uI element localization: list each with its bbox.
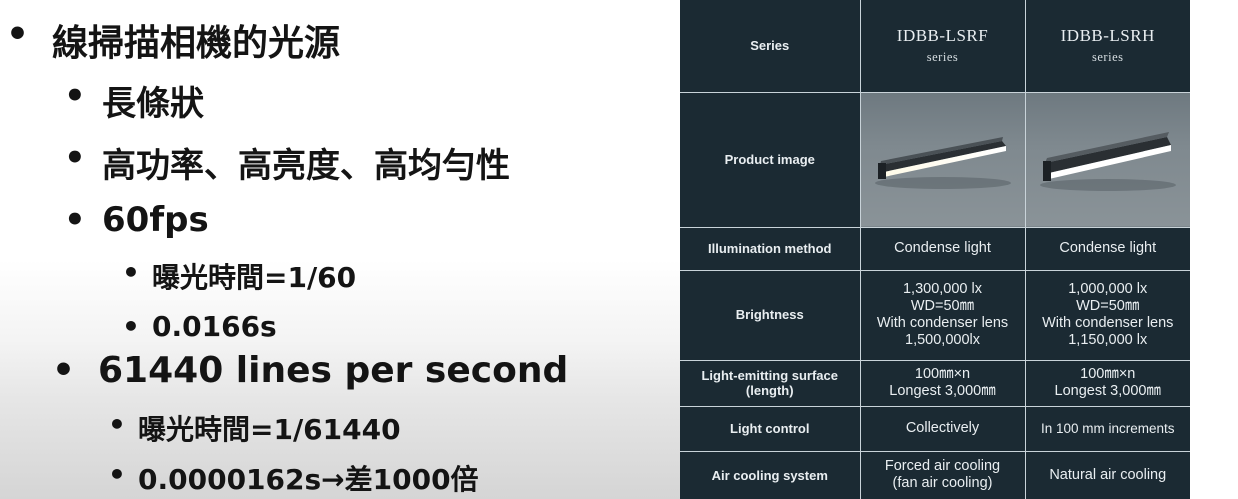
bullet-text: 60fps	[102, 200, 209, 240]
row-label-brightness: Brightness	[680, 269, 861, 361]
bullet-dot: •	[64, 138, 86, 178]
brightness-line: With condenser lens	[1042, 315, 1174, 331]
surface-col-1: 100㎜×n Longest 3,000㎜	[859, 359, 1026, 407]
brightness-line: 1,500,000lx	[905, 332, 980, 349]
bullet-bar-shape: • 長條狀	[64, 76, 204, 125]
row-label-series: Series	[680, 0, 861, 93]
table-row-surface: Light-emitting surface (length) 100㎜×n L…	[680, 359, 1190, 407]
bullet-text: 高功率、高亮度、高均勻性	[102, 146, 510, 186]
surface-line: Longest 3,000㎜	[889, 383, 996, 399]
row-label-illumination: Illumination method	[680, 226, 861, 271]
bullet-dot: •	[108, 458, 126, 491]
bullet-text: 線掃描相機的光源	[52, 23, 341, 64]
table-row-image: Product image	[680, 91, 1190, 228]
product-image-lsrf	[859, 91, 1026, 228]
cooling-col-1: Forced air cooling (fan air cooling)	[859, 450, 1026, 499]
illumination-col-2: Condense light	[1024, 226, 1190, 271]
bullet-lines-per-second: • 61440 lines per second	[52, 350, 569, 391]
table-row-illumination: Illumination method Condense light Conde…	[680, 226, 1190, 271]
bullet-text: 曝光時間=1/61440	[138, 413, 401, 446]
slide-bullets: • 線掃描相機的光源 • 長條狀 • 高功率、高亮度、高均勻性 • 60fps …	[0, 0, 670, 499]
brightness-line: WD=50㎜	[1076, 297, 1140, 314]
brightness-col-1: 1,300,000 lx WD=50㎜ With condenser lens …	[859, 269, 1026, 361]
bullet-dot: •	[52, 350, 76, 391]
table-row-control: Light control Collectively In 100 mm inc…	[680, 405, 1190, 452]
brightness-line: WD=50㎜	[910, 297, 975, 314]
brightness-line: 1,000,000 lx	[1068, 280, 1148, 297]
bullet-text: 長條狀	[102, 84, 204, 124]
bullet-60fps: • 60fps	[64, 200, 209, 240]
surface-label-line: Light-emitting surface	[701, 367, 838, 383]
bullet-dot: •	[122, 310, 140, 343]
light-bar-image	[1039, 131, 1176, 191]
brightness-line: 1,150,000 lx	[1068, 332, 1148, 349]
row-label-image: Product image	[680, 91, 861, 228]
series-col-1: IDBB-LSRF series	[859, 0, 1026, 93]
right-margin	[1190, 0, 1238, 499]
bullet-dot: •	[64, 200, 86, 240]
control-col-2: In 100 mm increments	[1024, 405, 1190, 452]
product-image-lsrh	[1024, 91, 1190, 228]
cooling-line: Forced air cooling	[884, 458, 1001, 475]
bullet-dot: •	[6, 14, 30, 55]
surface-col-2: 100㎜×n Longest 3,000㎜	[1024, 359, 1190, 407]
series-col-2: IDBB-LSRH series	[1024, 0, 1190, 93]
table-row-cooling: Air cooling system Forced air cooling (f…	[680, 450, 1190, 499]
brightness-line: With condenser lens	[876, 315, 1009, 331]
bullet-exposure-60: • 曝光時間=1/60	[122, 256, 357, 296]
light-bar-image	[874, 136, 1011, 189]
bullet-text: 曝光時間=1/60	[152, 261, 357, 294]
illumination-col-1: Condense light	[859, 226, 1026, 271]
row-label-cooling: Air cooling system	[680, 450, 861, 499]
brightness-col-2: 1,000,000 lx WD=50㎜ With condenser lens …	[1024, 269, 1190, 361]
row-label-control: Light control	[680, 405, 861, 452]
cooling-line: (fan air cooling)	[892, 475, 993, 492]
table-row-series: Series IDBB-LSRF series IDBB-LSRH series	[680, 0, 1190, 93]
bullet-dot: •	[64, 76, 86, 116]
surface-line: 100㎜×n	[914, 365, 971, 382]
series-name-2: IDBB-LSRH	[1060, 26, 1155, 46]
bullet-text: 0.0166s	[152, 310, 277, 343]
cooling-col-2: Natural air cooling	[1024, 450, 1190, 499]
bullet-high-power: • 高功率、高亮度、高均勻性	[64, 138, 510, 187]
control-col-1: Collectively	[859, 405, 1026, 452]
bullet-text: 61440 lines per second	[98, 350, 569, 391]
table-row-brightness: Brightness 1,300,000 lx WD=50㎜ With cond…	[680, 269, 1190, 361]
bullet-0-0166s: • 0.0166s	[122, 310, 277, 343]
bullet-exposure-61440: • 曝光時間=1/61440	[108, 408, 401, 448]
series-sub-1: series	[926, 50, 959, 65]
brightness-line: 1,300,000 lx	[902, 280, 982, 297]
bullet-dot: •	[108, 408, 126, 441]
bullet-1000x: • 0.0000162s→差1000倍	[108, 458, 479, 498]
row-label-surface: Light-emitting surface (length)	[680, 359, 861, 407]
bullet-dot: •	[122, 256, 140, 289]
spec-table: Series IDBB-LSRF series IDBB-LSRH series…	[680, 0, 1190, 499]
series-name-1: IDBB-LSRF	[896, 26, 989, 46]
bullet-text: 0.0000162s→差1000倍	[138, 463, 479, 496]
bullet-light-source: • 線掃描相機的光源	[6, 14, 341, 66]
surface-line: 100㎜×n	[1080, 365, 1136, 382]
surface-label-line: (length)	[745, 383, 794, 398]
series-sub-2: series	[1092, 50, 1124, 65]
surface-line: Longest 3,000㎜	[1054, 383, 1161, 399]
spec-table-panel: Series IDBB-LSRF series IDBB-LSRH series…	[680, 0, 1190, 499]
